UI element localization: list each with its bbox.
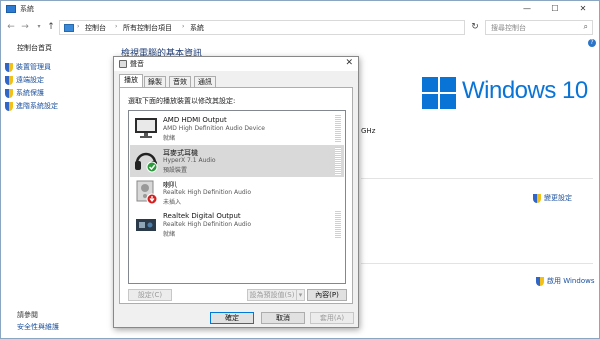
search-icon[interactable]: ⌕ (584, 22, 588, 32)
refresh-icon[interactable]: ↻ (469, 21, 481, 33)
shield-icon (5, 62, 13, 72)
divider (361, 263, 593, 264)
forward-icon[interactable]: → (20, 21, 30, 33)
device-driver: Realtek High Definition Audio (163, 189, 252, 196)
sound-dialog: 聲音 ✕ 播放 錄製 音效 通訊 選取下面的播放裝置以修改其設定: AMD HD… (113, 56, 359, 328)
window-title: 系統 (20, 5, 34, 13)
processor-speed-fragment: GHz (361, 127, 376, 135)
breadcrumb-system[interactable]: 系統 (190, 23, 204, 33)
dialog-close-button[interactable]: ✕ (345, 58, 353, 68)
list-item-headset[interactable]: 耳麥式耳機 HyperX 7.1 Audio 預設裝置 (130, 145, 344, 177)
set-default-dropdown[interactable]: ▾ (296, 289, 305, 301)
dialog-title-bar: 聲音 ✕ (114, 57, 358, 71)
volume-meter (335, 115, 341, 143)
device-list[interactable]: AMD HDMI Output AMD High Definition Audi… (128, 110, 346, 284)
recent-locations-icon[interactable]: ▾ (34, 21, 44, 33)
tab-sounds[interactable]: 音效 (169, 76, 191, 87)
minimize-button[interactable]: — (513, 1, 541, 17)
sidebar-home-link[interactable]: 控制台首頁 (17, 43, 52, 53)
change-settings-label: 變更設定 (544, 194, 572, 202)
breadcrumb-separator: › (77, 23, 80, 30)
breadcrumb-all-items[interactable]: 所有控制台項目 (123, 23, 172, 33)
shield-icon (536, 276, 544, 286)
sidebar-item-label: 系統保護 (16, 89, 44, 97)
search-input[interactable]: 搜尋控制台 ⌕ (485, 20, 593, 35)
device-name: Realtek Digital Output (163, 212, 241, 220)
list-item-amd-hdmi[interactable]: AMD HDMI Output AMD High Definition Audi… (130, 113, 344, 145)
sidebar-item-label: 裝置管理員 (16, 63, 51, 71)
device-driver: AMD High Definition Audio Device (163, 125, 265, 132)
device-driver: HyperX 7.1 Audio (163, 157, 216, 164)
device-name: AMD HDMI Output (163, 116, 227, 124)
search-placeholder: 搜尋控制台 (491, 24, 526, 32)
help-icon[interactable]: ? (588, 39, 596, 47)
sidebar-item-device-manager[interactable]: 裝置管理員 (5, 62, 51, 72)
device-status: 未插入 (163, 199, 182, 206)
device-driver: Realtek High Definition Audio (163, 221, 252, 228)
ok-button[interactable]: 確定 (210, 312, 254, 324)
tab-recording[interactable]: 錄製 (144, 76, 166, 87)
configure-button[interactable]: 設定(C) (128, 289, 172, 301)
security-maintenance-link[interactable]: 安全性與維護 (17, 322, 59, 332)
title-bar: 系統 — ☐ ✕ (1, 1, 599, 17)
breadcrumb[interactable]: › 控制台 › 所有控制台項目 › 系統 (59, 20, 465, 35)
windows-logo: Windows 10 (422, 73, 592, 113)
breadcrumb-control-panel[interactable]: 控制台 (85, 23, 106, 33)
headphones-icon (135, 152, 158, 173)
shield-icon (5, 101, 13, 111)
device-status: 就緒 (163, 135, 176, 142)
sidebar-item-remote-settings[interactable]: 遠端設定 (5, 75, 44, 85)
apply-button[interactable]: 套用(A) (310, 312, 354, 324)
sidebar-item-system-protection[interactable]: 系統保護 (5, 88, 44, 98)
instruction-text: 選取下面的播放裝置以修改其設定: (128, 97, 236, 105)
sidebar-item-advanced-settings[interactable]: 進階系統設定 (5, 101, 58, 111)
control-panel-icon (64, 24, 74, 32)
list-item-speakers[interactable]: 喇叭 Realtek High Definition Audio 未插入 (130, 177, 344, 209)
system-app-icon (6, 5, 16, 13)
speaker-icon (136, 180, 158, 205)
windows-brand-text: Windows 10 (462, 77, 588, 104)
up-icon[interactable]: ↑ (46, 21, 56, 33)
device-status: 預設裝置 (163, 167, 188, 174)
speaker-icon (119, 60, 127, 68)
windows-flag-icon (422, 77, 456, 109)
close-button[interactable]: ✕ (569, 1, 597, 17)
breadcrumb-separator: › (115, 23, 118, 30)
divider (361, 178, 593, 179)
activate-windows-link[interactable]: 啟用 Windows (536, 276, 594, 286)
activate-windows-label: 啟用 Windows (547, 277, 595, 285)
see-also-heading: 請參閱 (17, 311, 38, 319)
digital-output-icon (136, 219, 156, 231)
breadcrumb-separator: › (182, 23, 185, 30)
back-icon[interactable]: ← (6, 21, 16, 33)
cancel-button[interactable]: 取消 (261, 312, 305, 324)
set-default-button[interactable]: 設為預設值(S) (247, 289, 297, 301)
change-settings-link[interactable]: 變更設定 (533, 193, 572, 203)
sidebar-item-label: 遠端設定 (16, 76, 44, 84)
shield-icon (5, 75, 13, 85)
sidebar-item-label: 進階系統設定 (16, 102, 58, 110)
list-item-digital-output[interactable]: Realtek Digital Output Realtek High Defi… (130, 209, 344, 241)
tab-playback[interactable]: 播放 (119, 74, 143, 87)
address-bar: ← → ▾ ↑ › 控制台 › 所有控制台項目 › 系統 ↻ 搜尋控制台 ⌕ (1, 17, 599, 37)
maximize-button[interactable]: ☐ (541, 1, 569, 17)
shield-icon (533, 193, 541, 203)
shield-icon (5, 88, 13, 98)
monitor-icon (135, 118, 157, 138)
properties-button[interactable]: 內容(P) (307, 289, 347, 301)
dialog-title: 聲音 (130, 60, 144, 68)
volume-meter (335, 147, 341, 175)
playback-panel: 選取下面的播放裝置以修改其設定: AMD HDMI Output AMD Hig… (119, 87, 353, 304)
tab-communications[interactable]: 通訊 (194, 76, 216, 87)
volume-meter (335, 211, 341, 239)
device-status: 就緒 (163, 231, 176, 238)
